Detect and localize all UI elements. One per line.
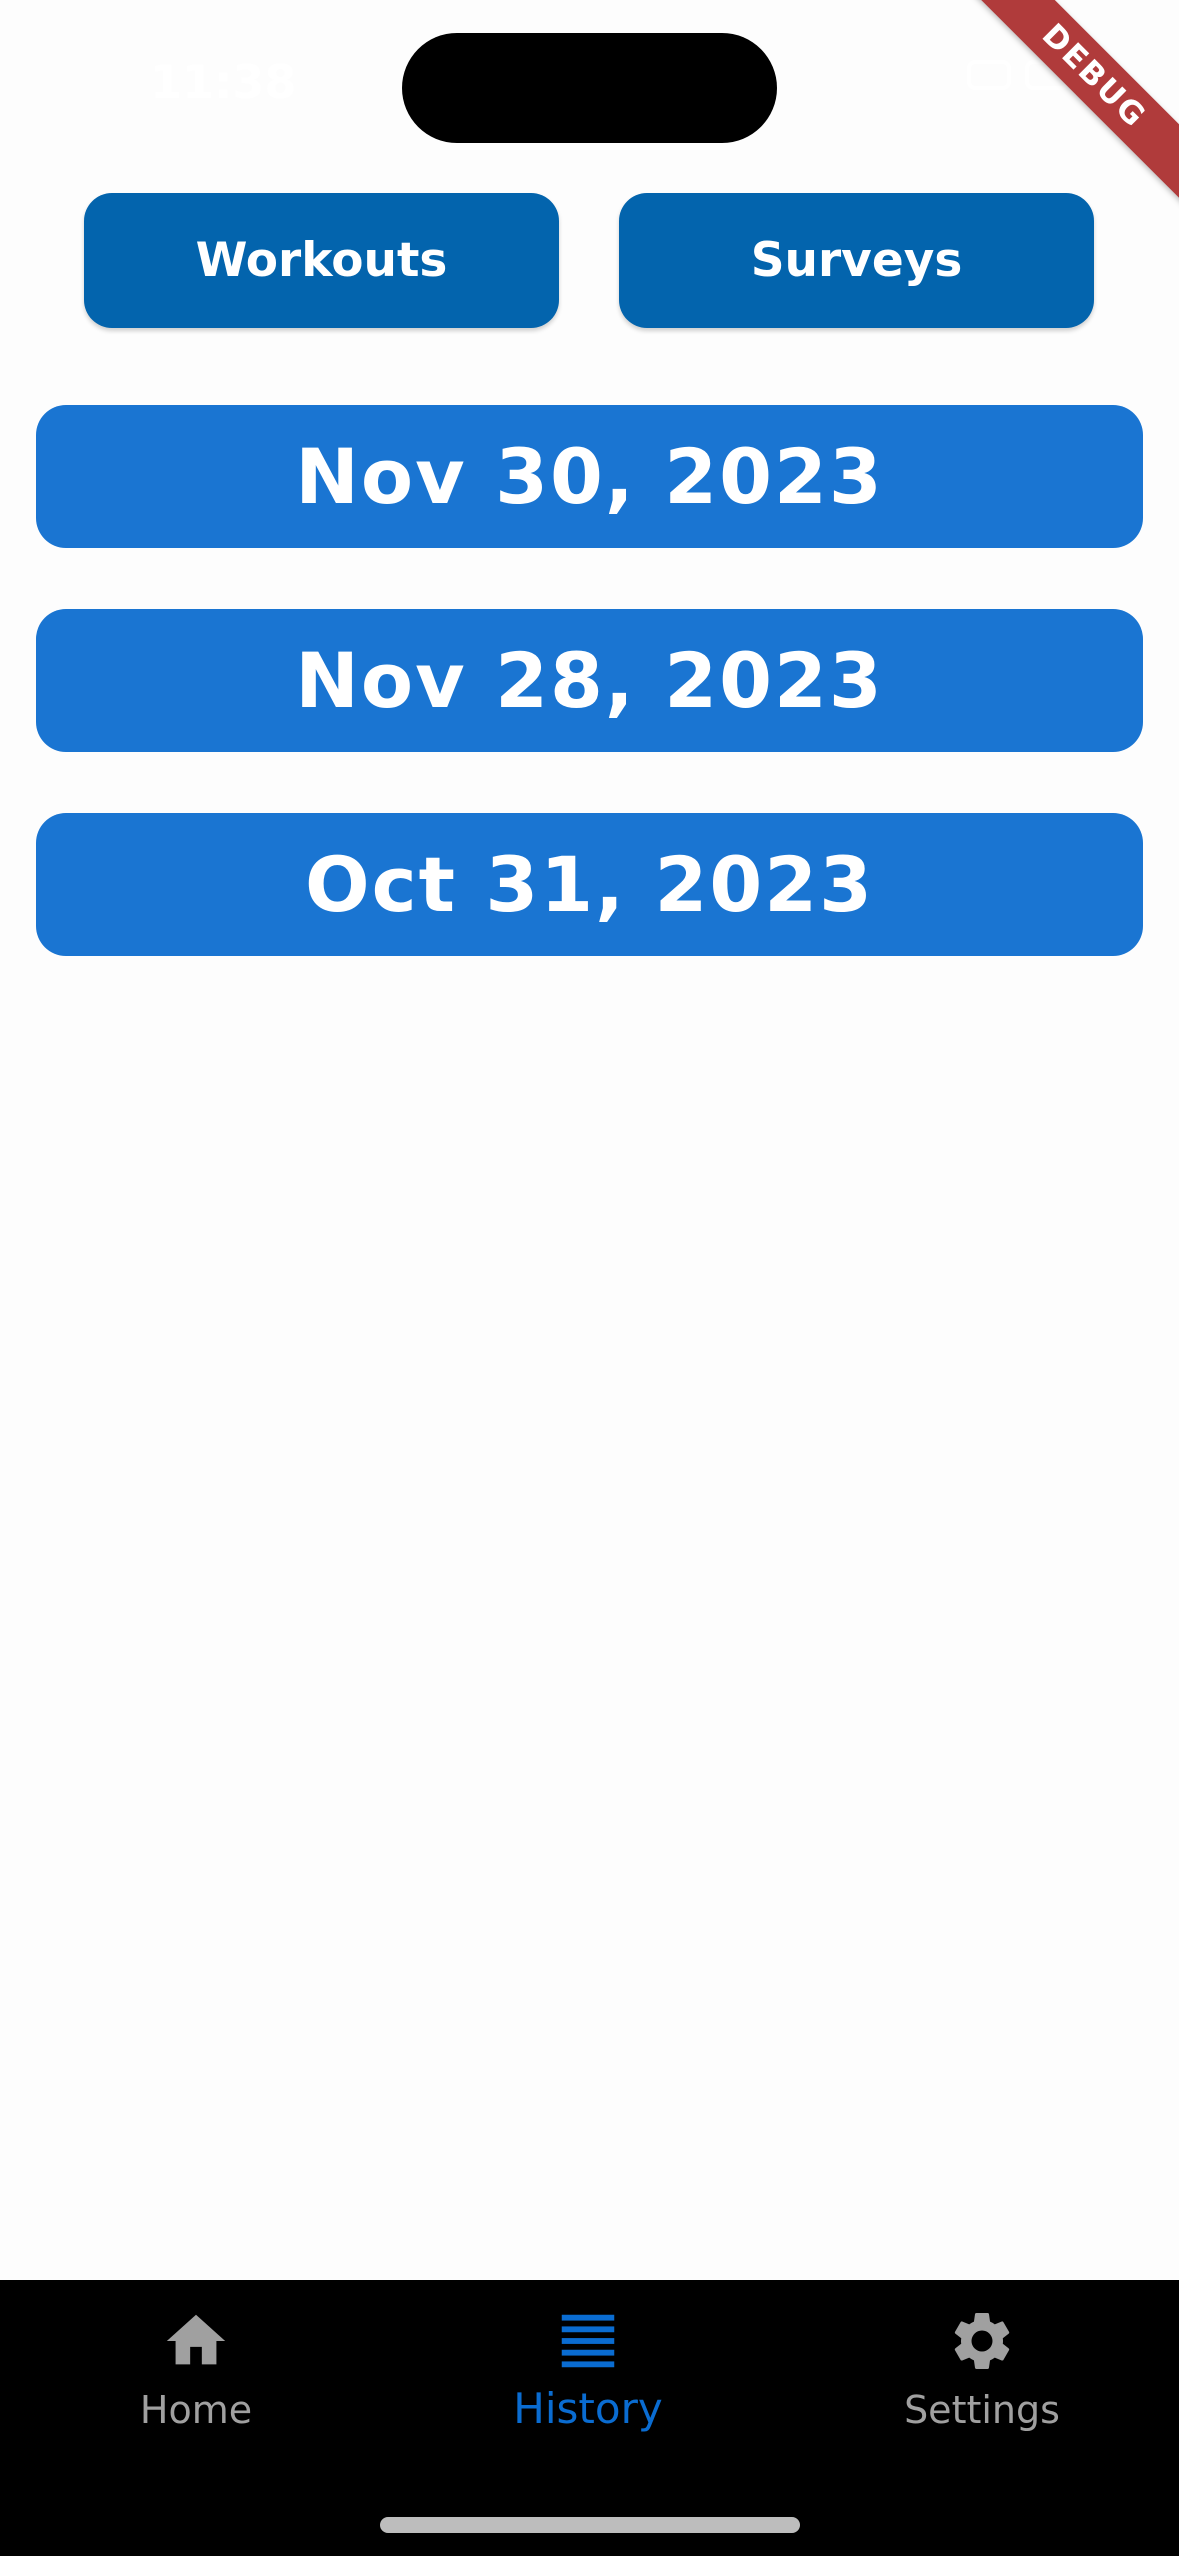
- dynamic-island: [402, 33, 777, 143]
- home-indicator[interactable]: [380, 2517, 800, 2533]
- date-item[interactable]: Oct 31, 2023: [36, 813, 1143, 956]
- gear-icon: [954, 2313, 1010, 2369]
- home-icon: [166, 2314, 226, 2365]
- date-item[interactable]: Nov 28, 2023: [36, 609, 1143, 752]
- surveys-button[interactable]: Surveys: [619, 193, 1094, 328]
- nav-label-home: Home: [139, 2388, 253, 2432]
- nav-label-settings: Settings: [904, 2388, 1060, 2432]
- list-icon: [561, 2314, 615, 2368]
- nav-item-home[interactable]: Home: [46, 2306, 346, 2432]
- nav-item-history[interactable]: History: [438, 2306, 738, 2433]
- nav-label-history: History: [513, 2384, 663, 2433]
- bottom-navigation: Home History Settings: [0, 2280, 1179, 2556]
- status-time: 11:38: [150, 55, 297, 109]
- workouts-button[interactable]: Workouts: [84, 193, 559, 328]
- history-date-list: Nov 30, 2023 Nov 28, 2023 Oct 31, 2023: [36, 405, 1143, 1017]
- wifi-icon: [967, 60, 1011, 90]
- status-bar: 11:38: [0, 0, 1179, 170]
- nav-item-settings[interactable]: Settings: [832, 2306, 1132, 2432]
- date-item[interactable]: Nov 30, 2023: [36, 405, 1143, 548]
